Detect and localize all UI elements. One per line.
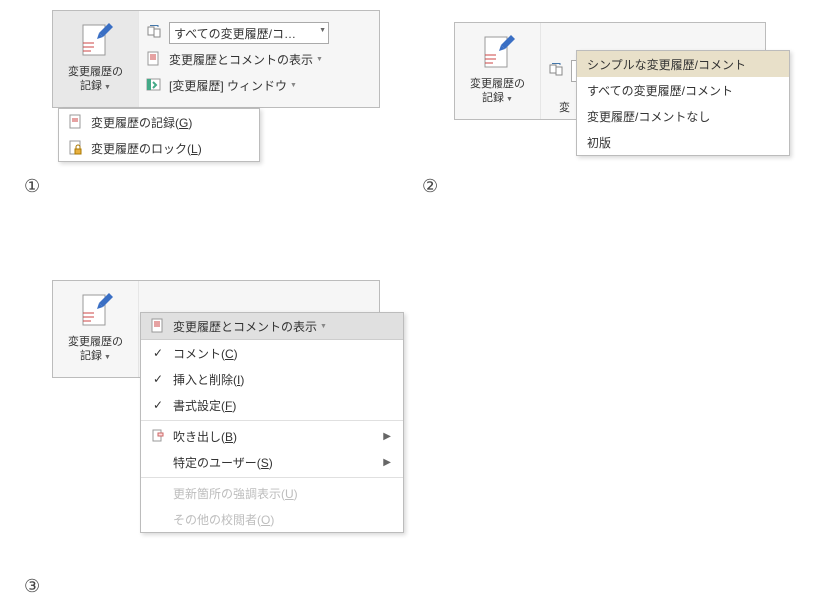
menu-comments[interactable]: ✓ コメント(C) — [141, 340, 403, 366]
show-markup-icon — [145, 50, 163, 68]
label-line1: 変更履歴の — [68, 66, 123, 78]
reviewing-pane-label: [変更履歴] ウィンドウ — [169, 77, 287, 94]
chevron-down-icon: ▼ — [104, 354, 111, 361]
menu-separator — [141, 420, 403, 421]
track-changes-label: 変更履歴の 記録▼ — [470, 77, 525, 107]
menu-item-label: 書式設定(F) — [169, 397, 236, 414]
options-column-1: すべての変更履歴/コ… ▼ 変更履歴とコメントの表示 ▼ [変更履歴] ウィンド… — [138, 11, 379, 107]
label-line2: 記録 — [80, 80, 102, 92]
menu-track-changes[interactable]: 変更履歴の記録(G) — [59, 109, 259, 135]
menu-balloons[interactable]: 吹き出し(B) ▶ — [141, 423, 403, 449]
option-original[interactable]: 初版 — [577, 129, 789, 155]
menu-lock-tracking[interactable]: 変更履歴のロック(L) — [59, 135, 259, 161]
option-no-markup[interactable]: 変更履歴/コメントなし — [577, 103, 789, 129]
menu-item-label: その他の校閲者(O) — [169, 511, 274, 528]
chevron-down-icon: ▼ — [320, 323, 327, 330]
menu-item-label: 挿入と削除(I) — [169, 371, 244, 388]
display-mode-combo[interactable]: すべての変更履歴/コ… ▼ — [169, 22, 329, 44]
track-changes-icon — [79, 293, 113, 333]
show-markup-header[interactable]: 変更履歴とコメントの表示▼ — [141, 313, 403, 340]
menu-formatting[interactable]: ✓ 書式設定(F) — [141, 392, 403, 418]
track-changes-menu: 変更履歴の記録(G) 変更履歴のロック(L) — [58, 108, 260, 162]
display-mode-value: すべての変更履歴/コ… — [174, 25, 296, 42]
option-label: シンプルな変更履歴/コメント — [583, 56, 746, 73]
option-label: すべての変更履歴/コメント — [583, 82, 733, 99]
option-label: 変更履歴/コメントなし — [583, 108, 710, 125]
check-icon: ✓ — [147, 346, 169, 360]
show-markup-row[interactable]: 変更履歴とコメントの表示 ▼ — [145, 46, 373, 72]
show-markup-menu: 変更履歴とコメントの表示▼ ✓ コメント(C) ✓ 挿入と削除(I) ✓ 書式設… — [140, 312, 404, 533]
ribbon-panel-1: 変更履歴の 記録▼ すべての変更履歴/コ… ▼ 変更履歴とコメントの表示 ▼ [… — [52, 10, 380, 108]
menu-other-authors: その他の校閲者(O) — [141, 506, 403, 532]
label-line1: 変更履歴の — [68, 336, 123, 348]
header-label: 変更履歴とコメントの表示 — [169, 318, 317, 335]
partial-label: 変 — [559, 99, 570, 115]
display-mode-dropdown: シンプルな変更履歴/コメント すべての変更履歴/コメント 変更履歴/コメントなし… — [576, 50, 790, 156]
callout-3: ③ — [24, 576, 40, 597]
check-icon: ✓ — [147, 398, 169, 412]
menu-item-label: 吹き出し(B) — [169, 428, 237, 445]
chevron-down-icon: ▼ — [319, 27, 326, 34]
callout-2: ② — [422, 176, 438, 197]
menu-item-label: 特定のユーザー(S) — [169, 454, 273, 471]
menu-item-label: 更新箇所の強調表示(U) — [169, 485, 298, 502]
reviewing-pane-row[interactable]: [変更履歴] ウィンドウ ▼ — [145, 72, 373, 98]
track-changes-button[interactable]: 変更履歴の 記録▼ — [53, 281, 138, 377]
display-mode-row: すべての変更履歴/コ… ▼ — [145, 20, 373, 46]
label-line2: 記録 — [80, 350, 102, 362]
option-all-markup[interactable]: すべての変更履歴/コメント — [577, 77, 789, 103]
track-changes-icon — [79, 23, 113, 63]
track-changes-label: 変更履歴の 記録▼ — [68, 335, 123, 365]
menu-highlight-updates: 更新箇所の強調表示(U) — [141, 480, 403, 506]
menu-specific-people[interactable]: 特定のユーザー(S) ▶ — [141, 449, 403, 475]
lock-tracking-icon — [65, 140, 87, 156]
track-changes-label: 変更履歴の 記録▼ — [68, 65, 123, 95]
chevron-right-icon: ▶ — [383, 457, 391, 468]
label-line2: 記録 — [482, 92, 504, 104]
track-changes-icon — [481, 35, 515, 75]
menu-separator — [141, 477, 403, 478]
chevron-down-icon: ▼ — [104, 84, 111, 91]
menu-insertions-deletions[interactable]: ✓ 挿入と削除(I) — [141, 366, 403, 392]
show-markup-label: 変更履歴とコメントの表示 — [169, 51, 313, 68]
display-mode-icon — [547, 62, 565, 80]
menu-item-label: コメント(C) — [169, 345, 238, 362]
option-simple-markup[interactable]: シンプルな変更履歴/コメント — [577, 51, 789, 77]
balloons-icon — [147, 429, 169, 443]
menu-item-label: 変更履歴のロック(L) — [87, 140, 202, 157]
show-markup-icon — [147, 318, 169, 334]
track-changes-button[interactable]: 変更履歴の 記録▼ — [455, 23, 540, 119]
display-mode-icon — [145, 24, 163, 42]
chevron-right-icon: ▶ — [383, 431, 391, 442]
reviewing-pane-icon — [145, 76, 163, 94]
check-icon: ✓ — [147, 372, 169, 386]
label-line1: 変更履歴の — [470, 78, 525, 90]
callout-1: ① — [24, 176, 40, 197]
track-changes-small-icon — [65, 114, 87, 130]
chevron-down-icon: ▼ — [290, 82, 297, 89]
menu-item-label: 変更履歴の記録(G) — [87, 114, 192, 131]
chevron-down-icon: ▼ — [316, 56, 323, 63]
chevron-down-icon: ▼ — [506, 96, 513, 103]
track-changes-button[interactable]: 変更履歴の 記録▼ — [53, 11, 138, 107]
option-label: 初版 — [583, 134, 611, 151]
